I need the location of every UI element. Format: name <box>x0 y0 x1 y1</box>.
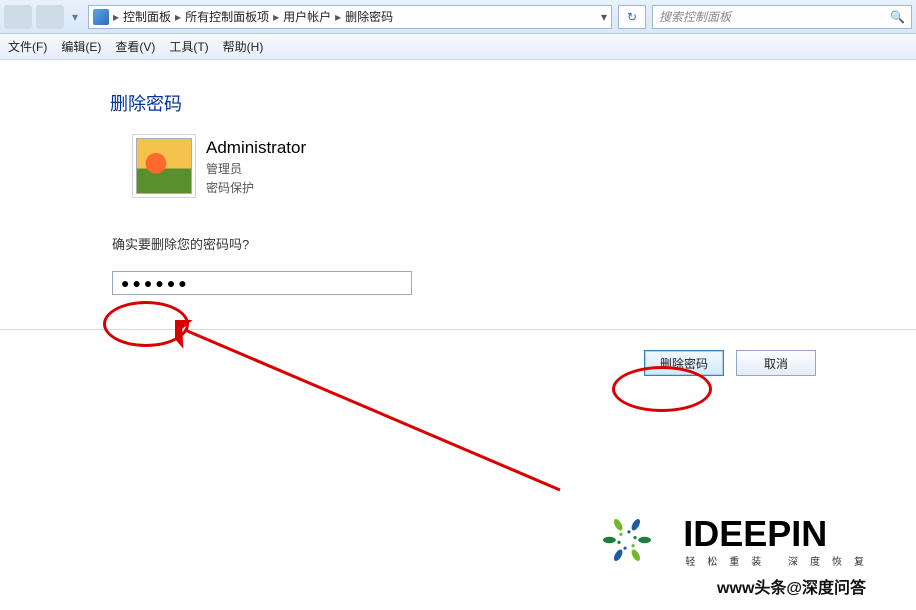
menu-view[interactable]: 查看(V) <box>115 38 155 55</box>
nav-history-buttons: ▾ <box>4 5 82 29</box>
user-name: Administrator <box>206 138 306 158</box>
watermark: IDEEPIN 轻松重装 深度恢复 <box>587 500 876 580</box>
chevron-right-icon: ▸ <box>113 10 119 24</box>
user-protection: 密码保护 <box>206 179 306 196</box>
search-placeholder: 搜索控制面板 <box>659 8 731 25</box>
search-input[interactable]: 搜索控制面板 🔍 <box>652 5 912 29</box>
brand-name: IDEEPIN <box>683 513 876 555</box>
user-role: 管理员 <box>206 160 306 177</box>
address-bar: ▾ ▸ 控制面板 ▸ 所有控制面板项 ▸ 用户帐户 ▸ 删除密码 ▾ ↻ 搜索控… <box>0 0 916 34</box>
menu-tools[interactable]: 工具(T) <box>169 38 208 55</box>
credit-line: www头条@深度问答 <box>717 574 866 598</box>
forward-button[interactable] <box>36 5 64 29</box>
menu-edit[interactable]: 编辑(E) <box>61 38 101 55</box>
chevron-right-icon: ▸ <box>175 10 181 24</box>
delete-password-button[interactable]: 删除密码 <box>644 350 724 376</box>
menu-help[interactable]: 帮助(H) <box>223 38 264 55</box>
breadcrumb-dropdown-icon[interactable]: ▾ <box>601 10 607 24</box>
page-title: 删除密码 <box>110 90 896 116</box>
search-icon: 🔍 <box>890 10 905 24</box>
back-button[interactable] <box>4 5 32 29</box>
cancel-button[interactable]: 取消 <box>736 350 816 376</box>
button-row: 删除密码 取消 <box>0 330 916 376</box>
content-area: 删除密码 Administrator 管理员 密码保护 确实要删除您的密码吗? <box>0 60 916 305</box>
breadcrumb-item[interactable]: 所有控制面板项 <box>185 8 269 25</box>
refresh-button[interactable]: ↻ <box>618 5 646 29</box>
breadcrumb-item[interactable]: 删除密码 <box>345 8 393 25</box>
history-dropdown[interactable]: ▾ <box>68 5 82 29</box>
brand-tagline: 轻松重装 深度恢复 <box>685 553 876 568</box>
chevron-right-icon: ▸ <box>273 10 279 24</box>
menu-bar: 文件(F) 编辑(E) 查看(V) 工具(T) 帮助(H) <box>0 34 916 60</box>
breadcrumb-item[interactable]: 控制面板 <box>123 8 171 25</box>
user-block: Administrator 管理员 密码保护 <box>136 138 896 196</box>
control-panel-icon <box>93 9 109 25</box>
breadcrumb-item[interactable]: 用户帐户 <box>283 8 331 25</box>
confirm-question: 确实要删除您的密码吗? <box>112 234 896 253</box>
password-field[interactable] <box>112 271 412 295</box>
avatar <box>136 138 192 194</box>
chevron-right-icon: ▸ <box>335 10 341 24</box>
logo-icon <box>587 500 667 580</box>
menu-file[interactable]: 文件(F) <box>8 38 47 55</box>
breadcrumb[interactable]: ▸ 控制面板 ▸ 所有控制面板项 ▸ 用户帐户 ▸ 删除密码 ▾ <box>88 5 612 29</box>
